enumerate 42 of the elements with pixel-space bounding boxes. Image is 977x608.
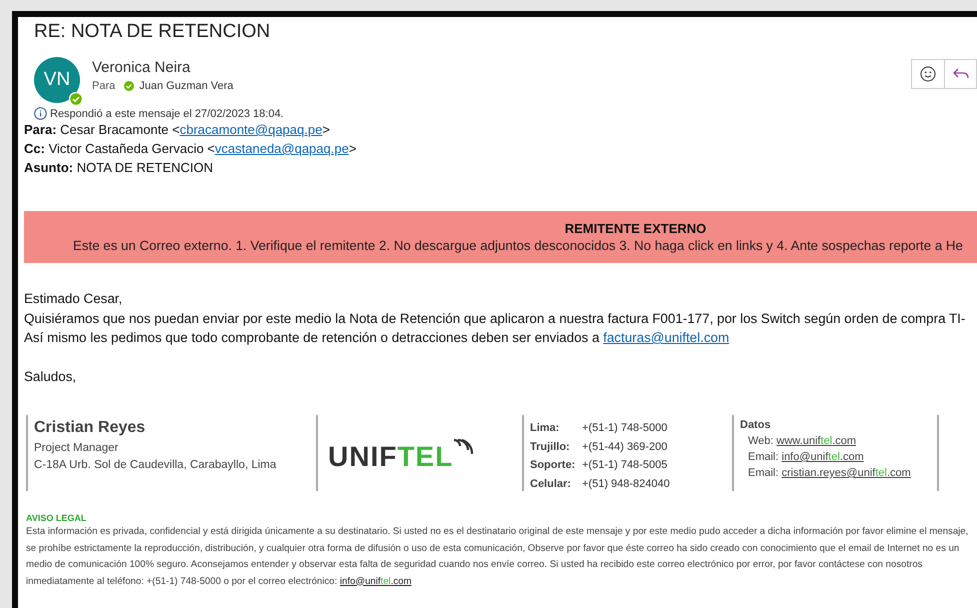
legal-title: AVISO LEGAL (26, 513, 88, 523)
presence-icon (69, 92, 83, 106)
phone-number: +(51-44) 369-200 (582, 440, 668, 454)
data-title: Datos (740, 419, 772, 431)
email-link[interactable]: info@uniftel.com (340, 576, 412, 586)
smiley-icon (920, 66, 936, 82)
closing: Saludos, (24, 368, 78, 386)
phone-label: Trujillo: (530, 440, 571, 454)
signature-name: Cristian Reyes (34, 419, 146, 437)
signature-address: C-18A Urb. Sol de Caudevilla, Carabayllo, Lima (34, 459, 278, 471)
greeting: Estimado Cesar, (24, 290, 124, 308)
info-icon (34, 107, 47, 120)
banner-text: Este es un Correo externo. 1. Verifique el remitente 2. No descargue adjuntos desconocidos 3. No haga click en links y 4. Ante sospechas reporte a He (73, 238, 963, 253)
phone-number: +(51-1) 748-5000 (582, 421, 668, 436)
quoted-header-line: Cc: Victor Castañeda Gervacio <vcastaneda@qapaq.pe> (24, 140, 358, 158)
to-label: Para (92, 80, 116, 92)
check-icon (124, 81, 134, 91)
contact-label: Email: (748, 467, 779, 479)
contact-label: Email: (748, 451, 779, 463)
phone-label: Celular: (530, 476, 572, 492)
quoted-header-line: Para: Cesar Bracamonte <cbracamonte@qapaq.pe> (24, 121, 331, 139)
phone-number: +(51) 948-824040 (582, 476, 671, 492)
sender-avatar: VN (34, 57, 80, 103)
quoted-header-line: Asunto: NOTA DE RETENCION (24, 159, 214, 177)
email-link[interactable]: facturas@uniftel.com (603, 330, 730, 345)
phone-label: Soporte: (530, 458, 576, 473)
sender-name: Veronica Neira (92, 59, 192, 76)
contact-label: Web: (748, 435, 774, 447)
banner-title: REMITENTE EXTERNO (564, 221, 706, 236)
body-paragraph: Así mismo les pedimos que todo comprobante de retención o detracciones deben ser enviados a facturas@uniftel.com (24, 329, 730, 347)
reply-info: Respondió a este mensaje el 27/02/2023 18:04. (50, 108, 284, 120)
contact-link[interactable]: cristian.reyes@uniftel.com (782, 467, 911, 479)
phone-label: Lima: (530, 421, 560, 436)
phone-number: +(51-1) 748-5005 (582, 458, 668, 473)
email-subject: RE: NOTA DE RETENCION (34, 21, 272, 43)
recipient-name: Juan Guzman Vera (139, 80, 234, 92)
signature-role: Project Manager (34, 442, 120, 454)
company-logo: UNIFTEL (328, 437, 474, 473)
legal-notice: Esta información es privada, confidencial y está dirigida únicamente a su destinatario. Si usted no es el destinatario original de este mensaje y por este medio pudo acceder a dicha información por favor elimine el mensaje, se prohíbe estrictamente la reproducción, distribución, y cualquier otra forma de difusión o uso de esta comunicación, Observe por favor que éste correo ha sido creado con conocimiento que el email de Internet no es un medio de comunicación 100% seguro. Aconsejamos entender y observar esta falta de seguridad cuando nos envíe correo. Si usted ha recibido este correo electrónico por error, por favor contáctese con nosotros inmediatamente al teléfono: +(51-1) 748-5000 o por el correo electrónico: info@uniftel.com (26, 525, 969, 588)
contact-link[interactable]: www.uniftel.com (776, 435, 856, 447)
contact-link[interactable]: info@uniftel.com (782, 451, 864, 463)
body-paragraph: Quisiéramos que nos puedan enviar por este medio la Nota de Retención que aplicaron a nuestra factura F001-177, por los Switch según orden de compra TI- (24, 310, 966, 328)
